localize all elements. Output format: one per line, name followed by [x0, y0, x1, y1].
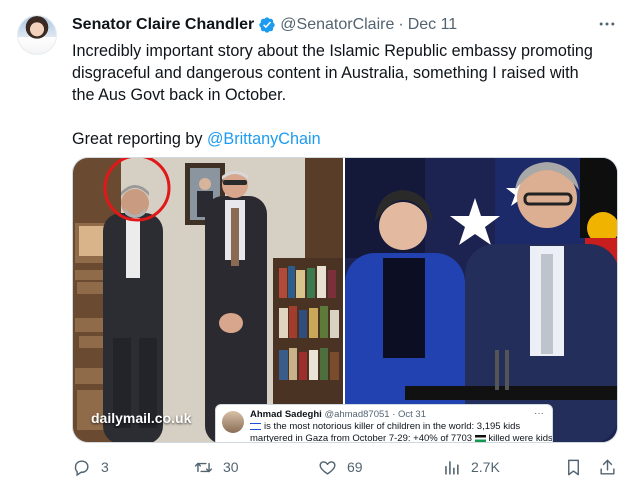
image-caption: dailymail.co.uk [91, 410, 192, 426]
palestine-flag-icon [474, 434, 486, 442]
right-photo-illustration [345, 158, 617, 442]
mention-link[interactable]: @BrittanyChain [207, 130, 321, 148]
left-photo[interactable]: dailymail.co.uk [73, 158, 343, 442]
author-handle[interactable]: @SenatorClaire [280, 16, 394, 34]
tweet-text: Incredibly important story about the Isl… [72, 40, 632, 150]
right-photo[interactable] [345, 158, 617, 442]
embedded-line-2-end: killed were kids: [488, 433, 553, 443]
author-avatar[interactable] [17, 15, 57, 55]
embedded-date: · Oct 31 [392, 409, 426, 420]
like-count: 69 [347, 459, 363, 475]
tweet-text-line: Incredibly important story about the Isl… [72, 42, 593, 60]
reply-button[interactable]: 3 [72, 456, 109, 478]
tweet-media[interactable]: dailymail.co.uk Ahmad Sadeghi @ahmad8705… [72, 157, 618, 443]
reply-count: 3 [101, 459, 109, 475]
views-count: 2.7K [471, 459, 500, 475]
retweet-count: 30 [223, 459, 239, 475]
embedded-line-1: is the most notorious killer of children… [264, 421, 521, 432]
reporting-line: Great reporting by @BrittanyChain [72, 128, 632, 150]
reporting-prefix: Great reporting by [72, 130, 207, 148]
ellipsis-icon[interactable] [596, 14, 618, 34]
left-photo-illustration [73, 158, 343, 442]
verified-badge-icon [258, 16, 276, 34]
tweet-text-line: the Aus Govt back in October. [72, 86, 287, 104]
tweet: Senator Claire Chandler @SenatorClaire ·… [0, 0, 640, 495]
tweet-header: Senator Claire Chandler @SenatorClaire ·… [72, 14, 457, 36]
retweet-button[interactable]: 30 [194, 456, 239, 478]
israel-flag-icon [250, 422, 261, 430]
bookmark-button[interactable] [564, 456, 583, 478]
embedded-ellipsis-icon: ··· [534, 408, 544, 419]
embedded-handle: @ahmad87051 [324, 409, 390, 420]
heart-icon [319, 460, 336, 475]
like-button[interactable]: 69 [318, 456, 363, 478]
retweet-icon [194, 462, 213, 472]
views-button[interactable]: 2.7K [442, 456, 500, 478]
separator-dot: · [398, 16, 404, 33]
views-chart-icon [445, 460, 459, 475]
tweet-actions: 3 30 69 2.7K [72, 456, 620, 478]
embedded-line-2: martyered in Gaza from October 7-29: +40… [250, 433, 473, 443]
reply-icon [74, 459, 89, 476]
share-button[interactable] [598, 456, 617, 478]
embedded-author: Ahmad Sadeghi [250, 409, 322, 420]
tweet-date[interactable]: Dec 11 [408, 16, 458, 34]
embedded-avatar [222, 411, 244, 433]
tweet-text-line: disgraceful and dangerous content in Aus… [72, 64, 579, 82]
bookmark-icon [568, 459, 579, 475]
embedded-tweet-preview: Ahmad Sadeghi @ahmad87051 · Oct 31 ··· i… [215, 404, 553, 443]
author-name[interactable]: Senator Claire Chandler [72, 16, 254, 34]
share-icon [600, 459, 615, 475]
